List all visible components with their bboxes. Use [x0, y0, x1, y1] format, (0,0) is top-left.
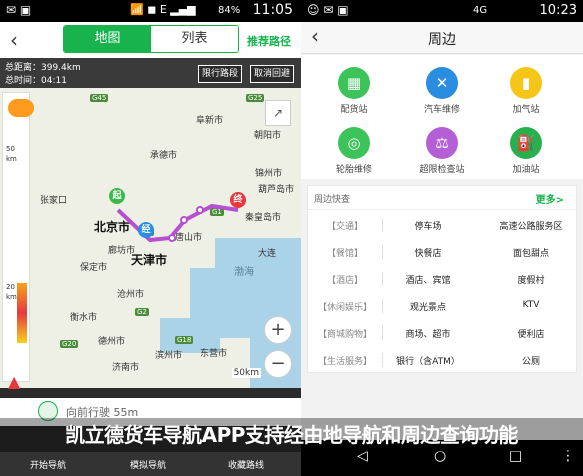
- route-line: [116, 203, 239, 243]
- notification-icon: ✉ ▣: [6, 3, 32, 17]
- total-distance: 总距离：399.4km: [5, 63, 81, 73]
- total-time: 总时间：04:11: [5, 76, 67, 86]
- nearby-header-row: 周边快查 更多>: [308, 186, 576, 210]
- save-route-button[interactable]: 收藏路线: [228, 458, 264, 471]
- network-text: 4G: [473, 5, 488, 16]
- list-item: 【休闲娱乐】 观光景点 KTV: [317, 299, 540, 313]
- map-view[interactable]: G45 G25 G1 G3 G2 G18 G20 阜新市 朝阳市 承德市 锦州市…: [0, 88, 301, 388]
- tab-list[interactable]: 列表: [151, 26, 238, 52]
- page-title: 周边: [428, 32, 456, 48]
- fuel-icon: ⛽: [510, 127, 542, 159]
- traffic-scale-bar: 50 km 20 km: [2, 92, 30, 382]
- restricted-roads-button[interactable]: 限行路段: [198, 65, 243, 83]
- view-switch: 地图 列表: [63, 25, 239, 53]
- start-pin[interactable]: 起: [109, 188, 125, 204]
- service-grid: ▦ 配货站 ✕ 汽车维修 ▮ 加气站 ◎ 轮胎维修 ⚖ 超限检查站 ⛽ 加油站: [301, 55, 583, 179]
- wrench-icon: ✕: [426, 67, 458, 99]
- nearby-quick-search: 周边快查 更多> 【交通】 停车场 高速公路服务区 【餐馆】 快餐店 面包甜点 …: [307, 185, 577, 373]
- route-summary: 总距离：399.4km 总时间：04:11 限行路段 取消回避: [0, 58, 301, 88]
- list-item: 【商城购物】 商场、超市 便利店: [308, 320, 576, 346]
- route-header: ‹ 地图 列表 推荐路径: [0, 22, 301, 58]
- cancel-avoid-button[interactable]: 取消回避: [250, 65, 295, 83]
- clock: 10:23: [539, 3, 577, 18]
- end-pin[interactable]: 终: [230, 192, 246, 208]
- service-item[interactable]: ◎ 轮胎维修: [319, 127, 389, 175]
- service-item[interactable]: ▮ 加气站: [491, 67, 561, 115]
- caption-overlay: 凯立德货车导航APP支持经由地导航和周边查询功能: [0, 418, 583, 452]
- more-link[interactable]: 更多>: [536, 191, 564, 206]
- list-item: 【酒店】 酒店、宾馆 度假村: [308, 266, 576, 292]
- service-item[interactable]: ⛽ 加油站: [491, 127, 561, 175]
- zoom-in-button[interactable]: +: [264, 316, 292, 344]
- list-item: 【生活服务】 银行（含ATM） 公厕: [308, 347, 576, 373]
- list-item: 【餐馆】 快餐店 面包甜点: [308, 239, 576, 265]
- scale-icon: ⚖: [426, 127, 458, 159]
- recommend-route-link[interactable]: 推荐路径: [247, 33, 291, 49]
- service-item[interactable]: ✕ 汽车维修: [407, 67, 477, 115]
- status-bar: ☺ ✉ ▣ 4G 10:23: [301, 0, 583, 22]
- nearby-title: 周边快查: [314, 195, 351, 205]
- tab-map[interactable]: 地图: [64, 26, 151, 52]
- start-navigation-button[interactable]: 开始导航: [30, 458, 66, 471]
- compass-icon[interactable]: ▲: [8, 372, 20, 391]
- map-scale-label: 50km: [231, 368, 261, 378]
- clock: 11:05: [252, 2, 293, 18]
- right-phone-screen: ☺ ✉ ▣ 4G 10:23 ‹ 周边 ▦ 配货站 ✕ 汽车维修 ▮ 加气站 ◎…: [301, 0, 583, 476]
- tire-icon: ◎: [338, 127, 370, 159]
- gas-icon: ▮: [510, 67, 542, 99]
- zoom-out-button[interactable]: −: [264, 350, 292, 378]
- simulate-navigation-button[interactable]: 模拟导航: [130, 458, 166, 471]
- via-pin[interactable]: 经: [138, 222, 154, 238]
- layers-icon[interactable]: ↗: [265, 100, 291, 126]
- status-bar: ✉ ▣ 📶 ◼ E ▂▄▆ 84% 11:05: [0, 0, 301, 22]
- left-phone-screen: ✉ ▣ 📶 ◼ E ▂▄▆ 84% 11:05 ‹ 地图 列表 推荐路径 总距离…: [0, 0, 301, 476]
- service-item[interactable]: ⚖ 超限检查站: [407, 127, 477, 175]
- bottom-actions: 开始导航 模拟导航 收藏路线: [0, 452, 301, 476]
- traffic-toggle[interactable]: [8, 99, 34, 117]
- service-item[interactable]: ▦ 配货站: [319, 67, 389, 115]
- battery-text: 84%: [218, 5, 241, 16]
- nearby-header: ‹ 周边: [301, 22, 583, 54]
- back-icon[interactable]: ‹: [10, 28, 18, 52]
- list-item: 【交通】 停车场 高速公路服务区: [308, 212, 576, 238]
- system-icons: 📶 ◼ E ▂▄▆: [130, 3, 196, 16]
- notification-icon: ☺ ✉ ▣: [307, 3, 349, 17]
- box-icon: ▦: [338, 67, 370, 99]
